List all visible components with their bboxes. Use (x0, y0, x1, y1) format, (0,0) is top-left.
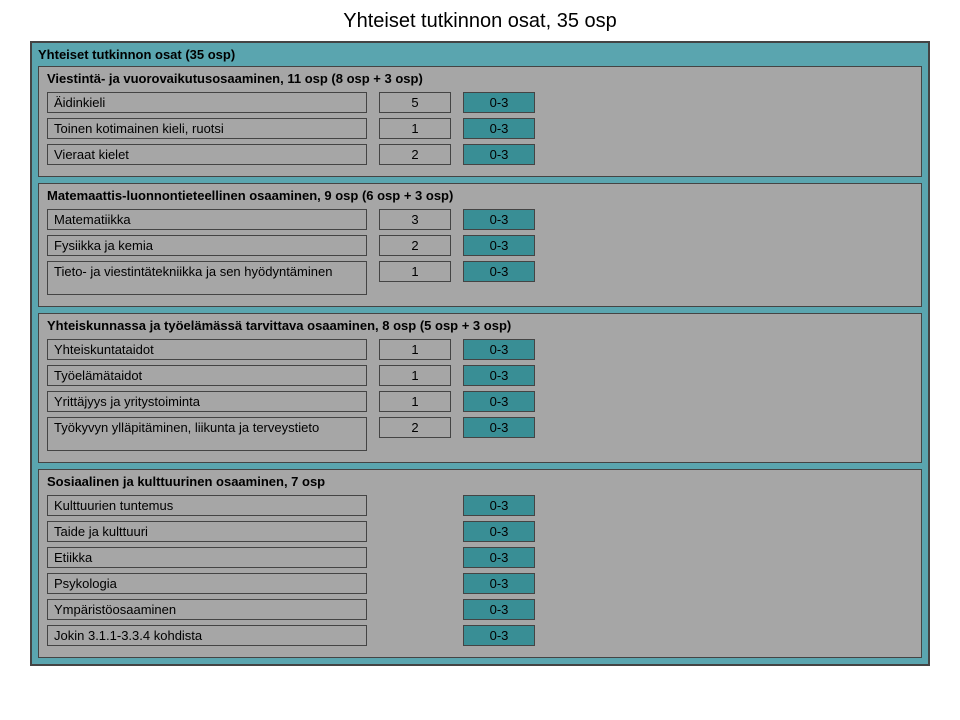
credit-range: 0-3 (463, 495, 535, 516)
table-row: Työkyvyn ylläpitäminen, liikunta ja terv… (47, 417, 913, 451)
subject-name: Fysiikka ja kemia (47, 235, 367, 256)
credit-range: 0-3 (463, 92, 535, 113)
table-row: Työelämätaidot 1 0-3 (47, 365, 913, 386)
section-communication: Viestintä- ja vuorovaikutusosaaminen, 11… (38, 66, 922, 177)
subject-name: Toinen kotimainen kieli, ruotsi (47, 118, 367, 139)
table-row: Matematiikka 3 0-3 (47, 209, 913, 230)
credit-range: 0-3 (463, 235, 535, 256)
credit-range: 0-3 (463, 261, 535, 282)
subject-name: Taide ja kulttuuri (47, 521, 367, 542)
credit-range: 0-3 (463, 417, 535, 438)
subject-name: Kulttuurien tuntemus (47, 495, 367, 516)
credit-value: 1 (379, 391, 451, 412)
credit-value: 1 (379, 118, 451, 139)
credit-value: 5 (379, 92, 451, 113)
credit-value (379, 573, 451, 591)
credit-range: 0-3 (463, 209, 535, 230)
credit-value: 2 (379, 417, 451, 438)
subject-name: Ympäristöosaaminen (47, 599, 367, 620)
subject-name: Äidinkieli (47, 92, 367, 113)
credit-value (379, 495, 451, 513)
credit-range: 0-3 (463, 625, 535, 646)
subject-name: Matematiikka (47, 209, 367, 230)
credit-range: 0-3 (463, 118, 535, 139)
section-header: Yhteiskunnassa ja työelämässä tarvittava… (47, 318, 913, 333)
subject-name: Jokin 3.1.1-3.3.4 kohdista (47, 625, 367, 646)
credit-value: 2 (379, 235, 451, 256)
credit-range: 0-3 (463, 573, 535, 594)
credit-range: 0-3 (463, 547, 535, 568)
subject-name: Vieraat kielet (47, 144, 367, 165)
credit-value: 1 (379, 339, 451, 360)
subject-name: Työkyvyn ylläpitäminen, liikunta ja terv… (47, 417, 367, 451)
section-header: Viestintä- ja vuorovaikutusosaaminen, 11… (47, 71, 913, 86)
subject-name: Työelämätaidot (47, 365, 367, 386)
section-header: Sosiaalinen ja kulttuurinen osaaminen, 7… (47, 474, 913, 489)
subject-name: Tieto- ja viestintätekniikka ja sen hyöd… (47, 261, 367, 295)
table-row: Ympäristöosaaminen 0-3 (47, 599, 913, 620)
table-row: Vieraat kielet 2 0-3 (47, 144, 913, 165)
table-row: Tieto- ja viestintätekniikka ja sen hyöd… (47, 261, 913, 295)
table-row: Taide ja kulttuuri 0-3 (47, 521, 913, 542)
credit-value: 3 (379, 209, 451, 230)
credit-range: 0-3 (463, 365, 535, 386)
table-row: Äidinkieli 5 0-3 (47, 92, 913, 113)
table-row: Psykologia 0-3 (47, 573, 913, 594)
table-row: Yhteiskuntataidot 1 0-3 (47, 339, 913, 360)
main-title: Yhteiset tutkinnon osat, 35 osp (30, 10, 930, 33)
credit-value: 1 (379, 261, 451, 282)
subject-name: Etiikka (47, 547, 367, 568)
credit-value (379, 625, 451, 643)
credit-value (379, 599, 451, 617)
section-society-work: Yhteiskunnassa ja työelämässä tarvittava… (38, 313, 922, 463)
subject-name: Yhteiskuntataidot (47, 339, 367, 360)
credit-range: 0-3 (463, 391, 535, 412)
credit-value (379, 521, 451, 539)
outer-container: Yhteiset tutkinnon osat (35 osp) Viestin… (30, 41, 930, 666)
credit-value: 1 (379, 365, 451, 386)
table-row: Toinen kotimainen kieli, ruotsi 1 0-3 (47, 118, 913, 139)
credit-range: 0-3 (463, 521, 535, 542)
table-row: Jokin 3.1.1-3.3.4 kohdista 0-3 (47, 625, 913, 646)
credit-value (379, 547, 451, 565)
outer-header: Yhteiset tutkinnon osat (35 osp) (32, 43, 928, 66)
table-row: Fysiikka ja kemia 2 0-3 (47, 235, 913, 256)
subject-name: Psykologia (47, 573, 367, 594)
credit-range: 0-3 (463, 599, 535, 620)
section-header: Matemaattis-luonnontieteellinen osaamine… (47, 188, 913, 203)
table-row: Kulttuurien tuntemus 0-3 (47, 495, 913, 516)
credit-value: 2 (379, 144, 451, 165)
subject-name: Yrittäjyys ja yritystoiminta (47, 391, 367, 412)
section-social-cultural: Sosiaalinen ja kulttuurinen osaaminen, 7… (38, 469, 922, 658)
table-row: Yrittäjyys ja yritystoiminta 1 0-3 (47, 391, 913, 412)
table-row: Etiikka 0-3 (47, 547, 913, 568)
credit-range: 0-3 (463, 144, 535, 165)
credit-range: 0-3 (463, 339, 535, 360)
section-math-science: Matemaattis-luonnontieteellinen osaamine… (38, 183, 922, 307)
